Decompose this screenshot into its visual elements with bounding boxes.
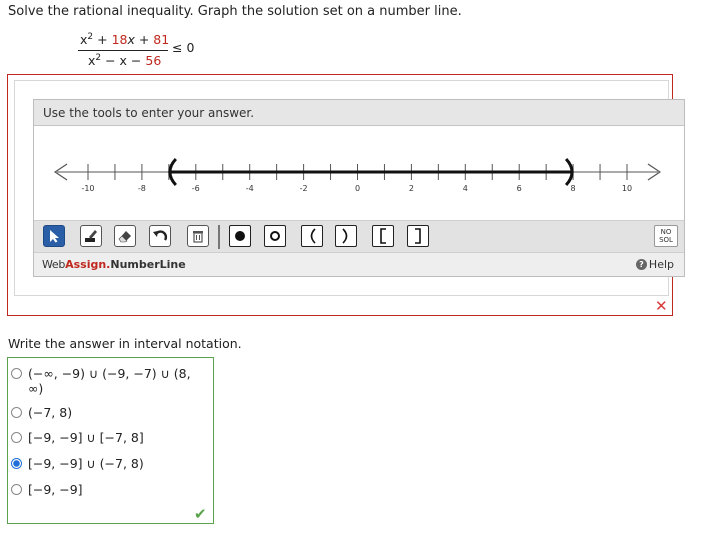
radio-button[interactable] <box>11 407 22 418</box>
inequality-expression: x2 + 18x + 81 x2 − x − 56 ≤ 0 <box>74 32 204 72</box>
relation-symbol: ≤ 0 <box>172 40 195 55</box>
radio-button[interactable] <box>11 484 22 495</box>
filled-circle-icon <box>235 231 245 241</box>
left-parenthesis-icon <box>310 228 316 244</box>
numberline-toolbar: NO SOL <box>34 220 684 253</box>
denominator: x2 − x − 56 <box>88 53 162 69</box>
trash-icon <box>193 231 203 243</box>
choice-label: (−7, 8) <box>28 405 73 420</box>
help-link[interactable]: ? Help <box>635 258 674 271</box>
choice-option-1[interactable]: (−∞, −9) ∪ (−9, −7) ∪ (8, ∞) <box>11 366 204 396</box>
choice-option-5[interactable]: [−9, −9] <box>11 482 204 497</box>
interval-prompt: Write the answer in interval notation. <box>8 336 242 351</box>
trash-tool[interactable] <box>187 225 209 247</box>
no-solution-label-line2: SOL <box>659 236 673 244</box>
open-point-tool[interactable] <box>264 225 286 247</box>
tick-label: 0 <box>355 184 360 193</box>
choice-option-2[interactable]: (−7, 8) <box>11 405 204 420</box>
undo-tool[interactable] <box>149 225 171 247</box>
numerator: x2 + 18x + 81 <box>80 32 170 48</box>
eraser-tool[interactable] <box>114 225 136 247</box>
radio-button-selected[interactable] <box>11 458 22 469</box>
tick-label: -8 <box>138 184 146 193</box>
instruction-text: Solve the rational inequality. Graph the… <box>8 4 462 19</box>
left-bracket-tool[interactable] <box>372 225 394 247</box>
radio-button[interactable] <box>11 432 22 443</box>
choice-label: [−9, −9] <box>28 482 83 497</box>
right-parenthesis-icon <box>342 228 348 244</box>
numberline-footer: WebAssign.NumberLine ? Help <box>34 253 684 276</box>
numberline-prompt: Use the tools to enter your answer. <box>43 106 255 120</box>
pencil-icon <box>85 230 97 242</box>
toolbar-separator <box>218 225 220 249</box>
answer-choices-correct: (−∞, −9) ∪ (−9, −7) ∪ (8, ∞) (−7, 8) [−9… <box>7 357 214 524</box>
right-paren-tool[interactable] <box>335 225 357 247</box>
question-circle-icon: ? <box>635 259 647 270</box>
eraser-icon <box>118 231 131 243</box>
arrow-cursor-icon <box>50 230 59 243</box>
pencil-tool[interactable] <box>80 225 102 247</box>
choice-label: [−9, −9] ∪ (−7, 8) <box>28 456 144 471</box>
tick-label: 2 <box>409 184 414 193</box>
tick-label: 4 <box>463 184 468 193</box>
tick-label: 6 <box>517 184 522 193</box>
solution-graph[interactable] <box>168 157 574 187</box>
help-label: Help <box>648 258 674 271</box>
number-line-canvas[interactable]: -10 -8 -6 -4 -2 0 2 4 6 8 10 <box>34 127 684 219</box>
select-tool[interactable] <box>43 225 65 247</box>
no-solution-button[interactable]: NO SOL <box>654 225 678 247</box>
choice-label: [−9, −9] ∪ [−7, 8] <box>28 430 144 445</box>
undo-icon <box>153 230 168 241</box>
tick-label: -6 <box>192 184 200 193</box>
tick-label: 10 <box>622 184 632 193</box>
radio-button[interactable] <box>11 368 22 379</box>
tick-label: -4 <box>246 184 254 193</box>
tick-label: -2 <box>300 184 308 193</box>
choice-label: (−∞, −9) ∪ (−9, −7) ∪ (8, ∞) <box>28 366 191 396</box>
choice-option-4[interactable]: [−9, −9] ∪ (−7, 8) <box>11 456 204 471</box>
right-bracket-tool[interactable] <box>407 225 429 247</box>
no-solution-label-line1: NO <box>660 228 672 236</box>
x-mark-icon: ✕ <box>655 297 668 315</box>
webassign-logo: WebAssign.NumberLine <box>42 258 186 271</box>
left-paren-tool[interactable] <box>301 225 323 247</box>
tick-label: 8 <box>571 184 576 193</box>
left-bracket-icon <box>380 228 386 244</box>
choice-option-3[interactable]: [−9, −9] ∪ [−7, 8] <box>11 430 204 445</box>
check-mark-icon: ✔ <box>194 505 207 523</box>
right-bracket-icon <box>415 228 421 244</box>
tick-label: -10 <box>81 184 94 193</box>
fraction-bar <box>78 50 168 51</box>
open-circle-icon <box>270 231 280 241</box>
closed-point-tool[interactable] <box>229 225 251 247</box>
